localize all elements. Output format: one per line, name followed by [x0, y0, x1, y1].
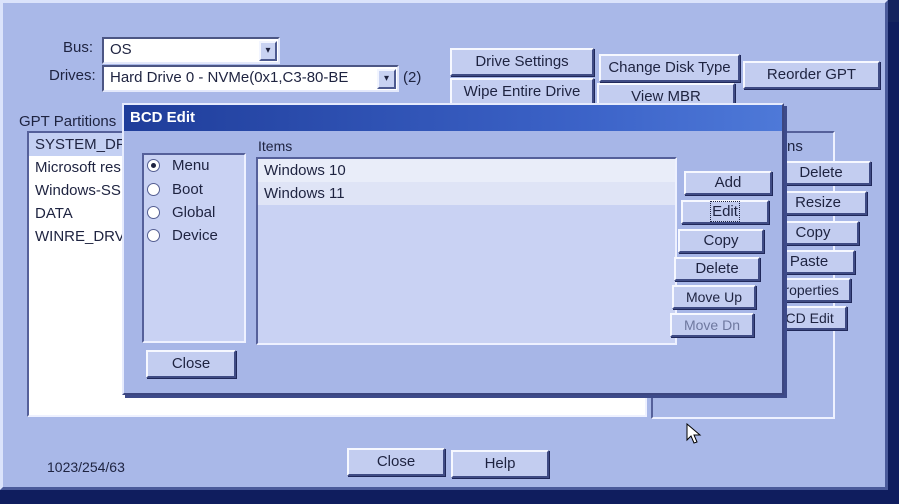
- close-label: Close: [376, 453, 416, 470]
- radio-boot[interactable]: [147, 183, 160, 196]
- copy-item-button[interactable]: Copy: [678, 229, 764, 253]
- bus-label: Bus:: [63, 39, 94, 56]
- move-down-label: Move Dn: [683, 317, 741, 333]
- drive-settings-label: Drive Settings: [475, 53, 569, 70]
- disk-geometry: 1023/254/63: [47, 459, 125, 475]
- drive-count: (2): [403, 69, 422, 86]
- radio-menu[interactable]: [147, 159, 160, 172]
- bcd-close-button[interactable]: Close: [146, 350, 236, 378]
- help-button[interactable]: Help: [451, 450, 549, 478]
- reorder-gpt-button[interactable]: Reorder GPT: [743, 61, 880, 89]
- add-item-button[interactable]: Add: [684, 171, 772, 195]
- move-up-label: Move Up: [685, 289, 743, 305]
- bcd-close-label: Close: [171, 355, 211, 372]
- copy-partition-label: Copy: [795, 224, 831, 241]
- change-disk-type-button[interactable]: Change Disk Type: [599, 54, 740, 82]
- paste-partition-label: Paste: [789, 253, 829, 270]
- items-label: Items: [258, 138, 293, 154]
- mouse-cursor-icon: [686, 422, 702, 449]
- radio-menu-label[interactable]: Menu: [172, 157, 210, 174]
- delete-item-label: Delete: [695, 260, 739, 277]
- bcd-edit-label: BCD Edit: [776, 310, 834, 326]
- radio-boot-label[interactable]: Boot: [172, 181, 203, 198]
- move-down-button[interactable]: Move Dn: [670, 313, 754, 337]
- help-label: Help: [484, 455, 516, 472]
- move-up-button[interactable]: Move Up: [672, 285, 756, 309]
- drives-select-value: Hard Drive 0 - NVMe(0x1,C3-80-BE: [110, 69, 349, 86]
- radio-global-label[interactable]: Global: [172, 204, 215, 221]
- radio-global[interactable]: [147, 206, 160, 219]
- drives-label: Drives:: [49, 67, 96, 84]
- radio-device-label[interactable]: Device: [172, 227, 218, 244]
- edit-item-button[interactable]: Edit: [681, 200, 769, 224]
- edit-item-label: Edit: [710, 201, 740, 222]
- delete-item-button[interactable]: Delete: [674, 257, 760, 281]
- delete-partition-label: Delete: [799, 164, 843, 181]
- drives-select[interactable]: Hard Drive 0 - NVMe(0x1,C3-80-BE: [102, 65, 399, 92]
- wipe-entire-drive-label: Wipe Entire Drive: [463, 83, 581, 100]
- partition-properties-label: Properties: [775, 282, 839, 298]
- partition-actions-label: ns: [787, 138, 803, 155]
- close-button[interactable]: Close: [347, 448, 445, 476]
- bus-dropdown-chevron-icon[interactable]: ▾: [259, 41, 277, 61]
- add-item-label: Add: [714, 174, 742, 191]
- bus-select-value: OS: [110, 41, 132, 58]
- reorder-gpt-label: Reorder GPT: [766, 66, 857, 83]
- change-disk-type-label: Change Disk Type: [608, 59, 731, 76]
- bus-select[interactable]: OS: [102, 37, 280, 64]
- bcd-item[interactable]: Windows 10: [258, 159, 675, 182]
- radio-device[interactable]: [147, 229, 160, 242]
- copy-item-label: Copy: [703, 232, 739, 249]
- drive-settings-button[interactable]: Drive Settings: [450, 48, 594, 76]
- delete-partition-button[interactable]: Delete: [771, 161, 871, 185]
- gpt-partitions-label: GPT Partitions: [19, 113, 117, 130]
- bcd-edit-dialog: BCD Edit Menu Boot Global Device Items W…: [122, 103, 784, 395]
- resize-partition-label: Resize: [795, 194, 841, 211]
- bcd-item[interactable]: Windows 11: [258, 182, 675, 205]
- drives-dropdown-chevron-icon[interactable]: ▾: [377, 69, 396, 89]
- bcd-items-list[interactable]: Windows 10 Windows 11: [256, 157, 677, 345]
- bcd-edit-dialog-title: BCD Edit: [124, 105, 782, 131]
- wipe-entire-drive-button[interactable]: Wipe Entire Drive: [450, 78, 594, 106]
